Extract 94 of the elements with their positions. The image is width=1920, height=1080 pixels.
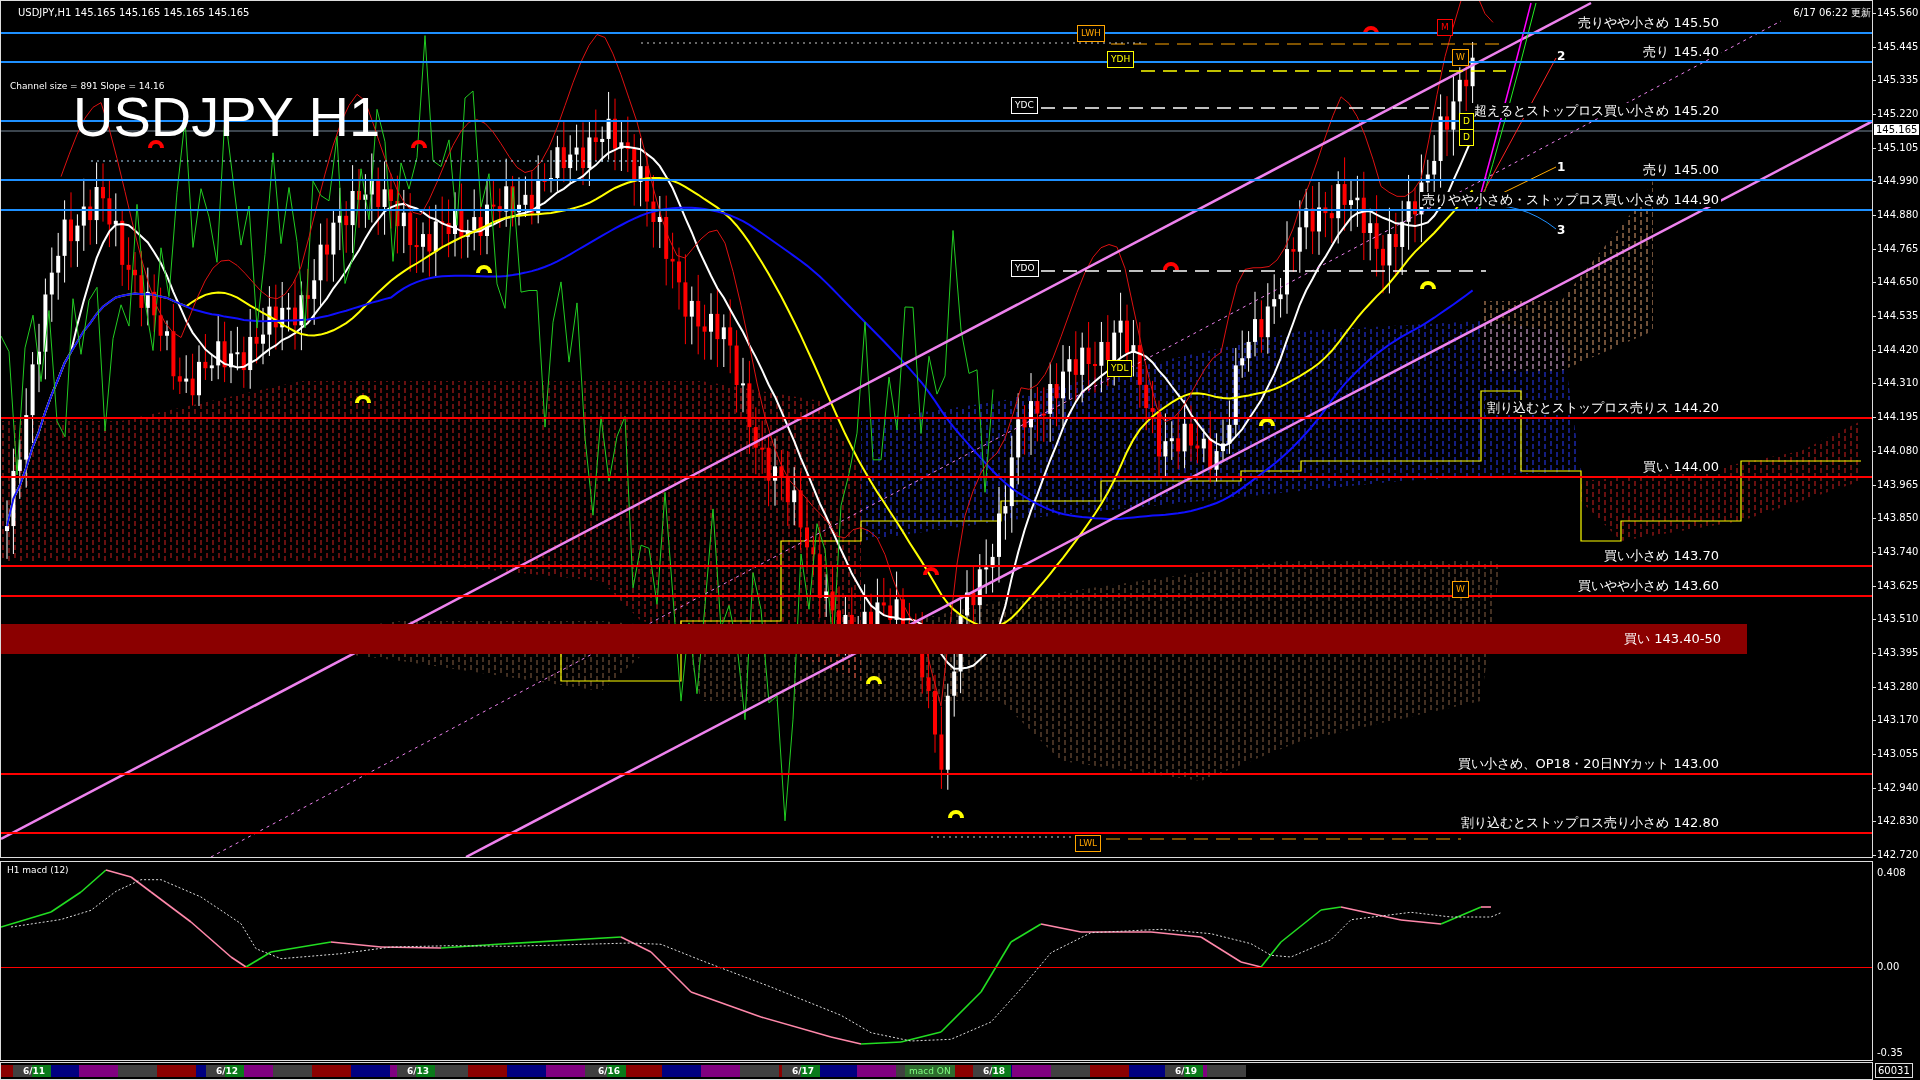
horseshoe-icon: [476, 265, 492, 273]
session-color-segment: [740, 1065, 780, 1077]
chart-marker-tag: LWL: [1075, 835, 1102, 852]
session-color-segment: [351, 1065, 391, 1077]
price-axis-label: 145.560: [1877, 7, 1919, 19]
price-level-label: 買いやや小さめ 143.60: [1576, 578, 1721, 593]
chart-marker-tag: YDH: [1107, 51, 1135, 68]
price-axis-label: 144.080: [1877, 444, 1919, 457]
session-color-segment: [1090, 1065, 1130, 1077]
price-axis-label: 142.940: [1877, 781, 1919, 794]
date-axis-label: 6/17: [782, 1065, 821, 1077]
chart-marker-tag: D: [1459, 129, 1474, 146]
price-axis-label: 145.105: [1877, 141, 1919, 154]
price-axis-label: 144.310: [1877, 377, 1919, 390]
horseshoe-icon: [923, 567, 939, 575]
price-axis-label: 142.830: [1877, 815, 1919, 828]
chart-marker-tag: YDO: [1011, 260, 1039, 277]
price-level-label: 割り込むとストップロス売りス 144.20: [1485, 400, 1721, 415]
chart-marker-tag: LWH: [1077, 25, 1105, 42]
macd-axis-label: -0.35: [1877, 1047, 1903, 1059]
chart-marker-tag: YDL: [1107, 360, 1133, 377]
price-axis-label: 143.850: [1877, 512, 1919, 525]
price-axis-label: 143.170: [1877, 714, 1919, 727]
horseshoe-icon: [1259, 418, 1275, 426]
price-axis-label: 144.765: [1877, 242, 1919, 255]
session-color-segment: [545, 1065, 585, 1077]
price-level-label: 超えるとストップロス買い小さめ 145.20: [1472, 103, 1721, 118]
price-axis-label: 144.650: [1877, 276, 1919, 289]
session-color-segment: [273, 1065, 313, 1077]
date-axis-label: 6/12: [206, 1065, 245, 1077]
price-axis-label: 144.420: [1877, 343, 1919, 356]
date-axis-label: 6/18: [973, 1065, 1012, 1077]
macd-axis-label: 0.408: [1877, 867, 1906, 879]
price-axis-label: 144.990: [1877, 175, 1919, 188]
horseshoe-icon: [1163, 262, 1179, 270]
horseshoe-icon: [1420, 281, 1436, 289]
price-axis-label: 144.880: [1877, 209, 1919, 222]
session-color-segment: [1051, 1065, 1091, 1077]
price-axis-label: 144.535: [1877, 310, 1919, 323]
session-color-segment: [467, 1065, 507, 1077]
price-axis-label: 145.335: [1877, 74, 1919, 87]
indicator-status-label: macd ON: [905, 1065, 955, 1077]
session-color-segment: [1206, 1065, 1246, 1077]
chart-marker-tag: W: [1452, 49, 1469, 66]
price-axis-label: 142.720: [1877, 849, 1919, 861]
chart-marker-tag: W: [1452, 581, 1469, 598]
channel-number-label: 2: [1557, 48, 1566, 65]
session-color-segment: [623, 1065, 663, 1077]
price-axis-label: 143.625: [1877, 579, 1919, 592]
price-axis-label: 143.510: [1877, 613, 1919, 626]
current-price-label: 145.165: [1874, 124, 1920, 135]
horseshoe-icon: [411, 140, 427, 148]
price-level-label: 買い 144.00: [1641, 459, 1721, 474]
price-axis-label: 143.395: [1877, 646, 1919, 659]
price-level-label: 売りやや小さめ・ストップロス買い小さめ 144.90: [1420, 192, 1721, 207]
date-axis-label: 6/19: [1165, 1065, 1204, 1077]
price-level-label: 売りやや小さめ 145.50: [1576, 15, 1721, 30]
price-axis-label: 143.740: [1877, 545, 1919, 558]
price-axis-label: 145.445: [1877, 40, 1919, 53]
horseshoe-icon: [866, 676, 882, 684]
date-axis-label: 6/13: [397, 1065, 436, 1077]
price-level-label: 売り 145.00: [1641, 162, 1721, 177]
price-axis-label: 143.965: [1877, 478, 1919, 491]
price-level-label: 買い小さめ、OP18・20日NYカット 143.00: [1455, 756, 1721, 771]
chart-symbol-info: USDJPY,H1 145.165 145.165 145.165 145.165: [18, 6, 250, 20]
chart-marker-tag: YDC: [1011, 97, 1038, 114]
update-time: 6/17 06:22 更新: [1793, 6, 1871, 20]
session-color-segment: [78, 1065, 118, 1077]
channel-number-label: 1: [1557, 159, 1566, 176]
price-level-label: 売り 145.40: [1641, 44, 1721, 59]
macd-panel-title: H1 macd (12): [7, 864, 69, 877]
session-color-segment: [312, 1065, 352, 1077]
price-level-label: 割り込むとストップロス売り小さめ 142.80: [1459, 815, 1721, 830]
price-level-label: 買い小さめ 143.70: [1602, 548, 1721, 563]
price-axis-label: 143.280: [1877, 680, 1919, 693]
price-zone-label: 買い 143.40-50: [1624, 631, 1721, 646]
macd-axis-label: 0.00: [1877, 961, 1900, 973]
chart-marker-tag: M: [1437, 19, 1453, 36]
price-axis-label: 143.055: [1877, 747, 1919, 760]
session-color-segment: [701, 1065, 741, 1077]
price-axis-label: 144.195: [1877, 411, 1919, 424]
session-color-segment: [662, 1065, 702, 1077]
horseshoe-icon: [948, 810, 964, 818]
price-axis-label: 145.220: [1877, 108, 1919, 121]
session-color-segment: [506, 1065, 546, 1077]
session-color-segment: [1012, 1065, 1052, 1077]
session-color-segment: [817, 1065, 857, 1077]
channel-number-label: 3: [1557, 222, 1566, 239]
session-color-segment: [856, 1065, 896, 1077]
date-axis-label: 6/11: [13, 1065, 52, 1077]
session-color-segment: [117, 1065, 157, 1077]
volume-label: 60031: [1875, 1063, 1913, 1078]
horseshoe-icon: [355, 395, 371, 403]
session-color-segment: [156, 1065, 196, 1077]
